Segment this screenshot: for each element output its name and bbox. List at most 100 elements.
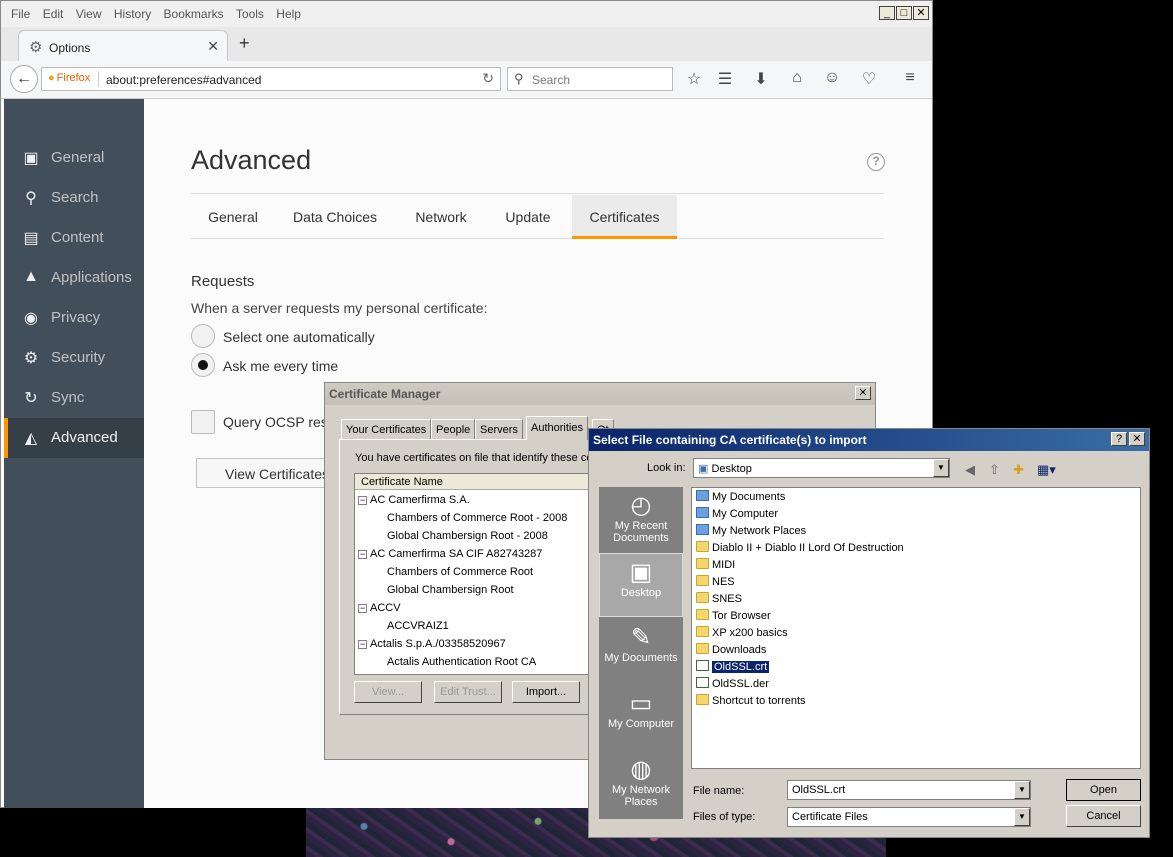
tab-your-certificates[interactable]: Your Certificates: [341, 419, 432, 439]
place-my-documents[interactable]: ✎ My Documents: [599, 619, 683, 683]
list-item[interactable]: Tor Browser: [696, 609, 771, 626]
tab-general[interactable]: General: [191, 195, 275, 239]
menu-file[interactable]: File: [11, 7, 30, 21]
tab-network[interactable]: Network: [395, 195, 487, 239]
new-folder-icon[interactable]: ✚: [1013, 462, 1024, 478]
tree-group[interactable]: − Actalis S.p.A./03358520967: [358, 638, 506, 656]
import-button[interactable]: Import...: [512, 681, 580, 703]
list-item[interactable]: Downloads: [696, 643, 766, 660]
hamburger-menu-icon[interactable]: ≡: [899, 69, 921, 87]
tree-group[interactable]: − ACCV: [358, 602, 401, 620]
view-button[interactable]: View...: [354, 681, 422, 703]
sidebar-item-general[interactable]: ▣ General: [4, 138, 144, 178]
close-icon[interactable]: ✕: [1129, 432, 1145, 446]
menu-bookmarks[interactable]: Bookmarks: [164, 7, 224, 21]
tab-servers[interactable]: Servers: [475, 419, 523, 439]
back-icon[interactable]: ◀: [965, 462, 975, 478]
ocsp-label[interactable]: Query OCSP resp: [223, 414, 336, 430]
place-network-places[interactable]: ◍ My Network Places: [599, 751, 683, 815]
edit-trust-button[interactable]: Edit Trust...: [434, 681, 502, 703]
tab-options[interactable]: ⚙ Options ✕: [18, 30, 228, 61]
bookmarks-list-icon[interactable]: ☰: [714, 69, 736, 89]
list-item[interactable]: My Documents: [696, 490, 785, 507]
sidebar-item-security[interactable]: ⚙ Security: [4, 338, 144, 378]
chevron-down-icon[interactable]: ▼: [933, 459, 949, 477]
menu-help[interactable]: Help: [276, 7, 301, 21]
search-input[interactable]: ⚲ Search: [507, 67, 673, 91]
downloads-icon[interactable]: ⬇: [750, 69, 772, 89]
close-icon[interactable]: ✕: [855, 386, 871, 400]
collapse-icon[interactable]: −: [358, 640, 367, 649]
tree-item[interactable]: ACCVRAIZ1: [387, 620, 449, 638]
tree-item[interactable]: Chambers of Commerce Root: [387, 566, 533, 584]
file-type-select[interactable]: Certificate Files ▼: [787, 807, 1031, 827]
file-list[interactable]: My Documents My Computer My Network Plac…: [691, 487, 1141, 769]
collapse-icon[interactable]: −: [358, 550, 367, 559]
tab-people[interactable]: People: [431, 419, 476, 439]
tree-group[interactable]: − AC Camerfirma SA CIF A82743287: [358, 548, 542, 566]
collapse-icon[interactable]: −: [358, 496, 367, 505]
place-recent-documents[interactable]: ◴ My Recent Documents: [599, 487, 683, 551]
open-button[interactable]: Open: [1066, 779, 1141, 801]
menu-view[interactable]: View: [76, 7, 102, 21]
sidebar-item-advanced[interactable]: ◭ Advanced: [4, 418, 144, 458]
url-bar[interactable]: Firefox about:preferences#advanced ↻: [41, 67, 501, 91]
up-folder-icon[interactable]: ⇧: [989, 462, 1000, 478]
maximize-button[interactable]: □: [896, 6, 912, 20]
sidebar-item-search[interactable]: ⚲ Search: [4, 178, 144, 218]
sidebar-item-privacy[interactable]: ◉ Privacy: [4, 298, 144, 338]
pocket-icon[interactable]: ♡: [858, 69, 880, 89]
menu-tools[interactable]: Tools: [236, 7, 264, 21]
url-text[interactable]: about:preferences#advanced: [106, 73, 261, 87]
collapse-icon[interactable]: −: [358, 604, 367, 613]
chevron-down-icon[interactable]: ▼: [1014, 781, 1030, 799]
list-item[interactable]: My Computer: [696, 507, 778, 524]
help-icon[interactable]: ?: [867, 153, 885, 171]
list-item[interactable]: NES: [696, 575, 735, 592]
new-tab-button[interactable]: +: [239, 33, 250, 54]
tab-data-choices[interactable]: Data Choices: [275, 195, 395, 239]
tree-item[interactable]: Global Chambersign Root: [387, 584, 514, 602]
sidebar-item-content[interactable]: ▤ Content: [4, 218, 144, 258]
views-menu-icon[interactable]: ▦▾: [1037, 462, 1056, 478]
place-my-computer[interactable]: ▭ My Computer: [599, 685, 683, 749]
bookmark-star-icon[interactable]: ☆: [683, 69, 705, 89]
tab-update[interactable]: Update: [487, 195, 569, 239]
hello-icon[interactable]: ☺: [821, 69, 843, 87]
list-item-selected[interactable]: OldSSL.crt: [696, 660, 770, 677]
tree-group[interactable]: − AC Camerfirma S.A.: [358, 494, 470, 512]
certificate-tree[interactable]: Certificate Name − AC Camerfirma S.A. Cha…: [354, 473, 590, 675]
look-in-select[interactable]: ▣ Desktop ▼: [693, 458, 950, 478]
help-button[interactable]: ?: [1111, 432, 1127, 446]
home-icon[interactable]: ⌂: [786, 69, 808, 87]
radio-select-automatically[interactable]: [191, 324, 215, 348]
list-item[interactable]: XP x200 basics: [696, 626, 788, 643]
tree-item[interactable]: Actalis Authentication Root CA: [387, 656, 536, 674]
list-item[interactable]: My Network Places: [696, 524, 806, 541]
tree-item[interactable]: Chambers of Commerce Root - 2008: [387, 512, 567, 530]
ocsp-checkbox[interactable]: [191, 410, 215, 434]
tree-item[interactable]: Global Chambersign Root - 2008: [387, 530, 548, 548]
identity-label[interactable]: Firefox: [48, 72, 91, 84]
minimize-button[interactable]: _: [879, 6, 895, 20]
menu-history[interactable]: History: [114, 7, 151, 21]
close-tab-icon[interactable]: ✕: [207, 38, 219, 55]
chevron-down-icon[interactable]: ▼: [1014, 808, 1030, 826]
place-desktop[interactable]: ▣ Desktop: [599, 553, 683, 617]
sidebar-item-sync[interactable]: ↻ Sync: [4, 378, 144, 418]
radio-auto-label[interactable]: Select one automatically: [223, 329, 375, 345]
reload-icon[interactable]: ↻: [482, 70, 494, 87]
sidebar-item-applications[interactable]: ▲ Applications: [4, 258, 144, 298]
radio-ask-every-time[interactable]: [191, 353, 215, 377]
list-item[interactable]: Diablo II + Diablo II Lord Of Destructio…: [696, 541, 904, 558]
back-button[interactable]: ←: [10, 65, 38, 93]
column-header-certificate-name[interactable]: Certificate Name: [355, 474, 589, 490]
cancel-button[interactable]: Cancel: [1066, 805, 1141, 827]
list-item[interactable]: OldSSL.der: [696, 677, 769, 694]
tab-authorities[interactable]: Authorities: [526, 416, 588, 440]
tab-certificates[interactable]: Certificates: [572, 195, 677, 239]
view-certificates-button[interactable]: View Certificates: [196, 458, 336, 488]
list-item[interactable]: Shortcut to torrents: [696, 694, 806, 711]
close-window-button[interactable]: ✕: [913, 6, 929, 20]
list-item[interactable]: SNES: [696, 592, 742, 609]
